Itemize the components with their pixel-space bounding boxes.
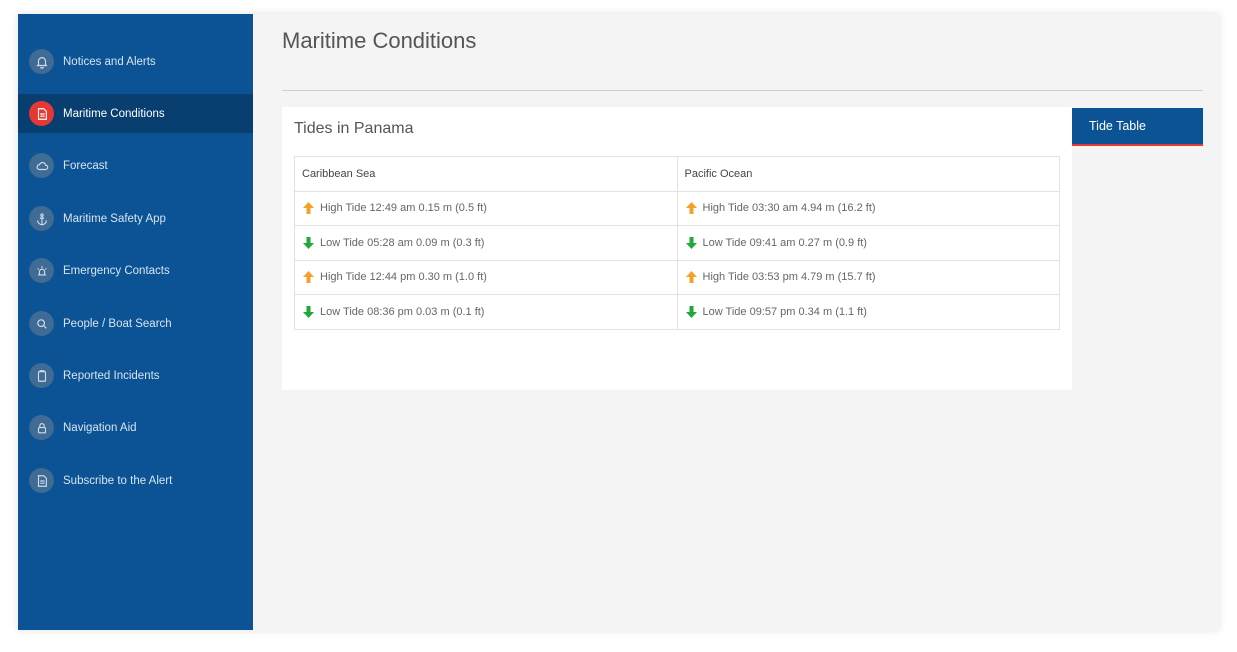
page-title: Maritime Conditions bbox=[282, 28, 477, 53]
sidebar-item-label: Maritime Conditions bbox=[63, 107, 165, 120]
sidebar-item-people-boat-search[interactable]: People / Boat Search bbox=[18, 304, 253, 343]
table-cell: High Tide 12:44 pm 0.30 m (1.0 ft) bbox=[294, 259, 678, 295]
siren-icon bbox=[29, 258, 54, 283]
table-cell: High Tide 12:49 am 0.15 m (0.5 ft) bbox=[294, 190, 678, 226]
tide-entry: Low Tide 05:28 am 0.09 m (0.3 ft) bbox=[320, 236, 485, 249]
column-header-pacific-ocean: Pacific Ocean bbox=[676, 156, 1060, 192]
anchor-icon bbox=[29, 206, 54, 231]
sidebar-item-label: Forecast bbox=[63, 159, 108, 172]
sidebar-item-emergency-contacts[interactable]: Emergency Contacts bbox=[18, 251, 253, 290]
document-icon bbox=[29, 101, 54, 126]
title-divider bbox=[282, 90, 1203, 91]
tide-table: Caribbean Sea Pacific Ocean High Tide 12… bbox=[294, 156, 1060, 330]
sidebar-item-maritime-conditions[interactable]: Maritime Conditions bbox=[18, 94, 253, 133]
cloud-icon bbox=[29, 153, 54, 178]
tide-entry: Low Tide 09:41 am 0.27 m (0.9 ft) bbox=[702, 236, 867, 249]
sidebar-item-label: Navigation Aid bbox=[63, 421, 137, 434]
sidebar-item-label: Reported Incidents bbox=[63, 369, 160, 382]
table-header-row: Caribbean Sea Pacific Ocean bbox=[294, 156, 1060, 192]
column-header-caribbean-sea: Caribbean Sea bbox=[294, 156, 678, 192]
bell-icon bbox=[29, 49, 54, 74]
card-title: Tides in Panama bbox=[294, 120, 414, 137]
app-window: Notices and Alerts Maritime Conditions F… bbox=[18, 14, 1219, 630]
table-cell: High Tide 03:30 am 4.94 m (16.2 ft) bbox=[676, 190, 1060, 226]
tide-entry: High Tide 12:49 am 0.15 m (0.5 ft) bbox=[320, 202, 487, 215]
arrow-up-icon bbox=[685, 271, 697, 284]
clipboard-icon bbox=[29, 363, 54, 388]
sidebar-item-label: Maritime Safety App bbox=[63, 212, 166, 225]
arrow-up-icon bbox=[303, 271, 314, 284]
arrow-down-icon bbox=[303, 305, 314, 318]
tide-entry: Low Tide 08:36 pm 0.03 m (0.1 ft) bbox=[320, 305, 485, 318]
arrow-up-icon bbox=[685, 202, 697, 215]
arrow-down-icon bbox=[685, 236, 697, 249]
table-cell: Low Tide 08:36 pm 0.03 m (0.1 ft) bbox=[294, 294, 678, 330]
sidebar: Notices and Alerts Maritime Conditions F… bbox=[18, 14, 253, 630]
lock-icon bbox=[29, 415, 54, 440]
table-cell: Low Tide 09:57 pm 0.34 m (1.1 ft) bbox=[676, 294, 1060, 330]
table-row: Low Tide 05:28 am 0.09 m (0.3 ft) Low Ti… bbox=[294, 225, 1060, 261]
table-row: High Tide 12:49 am 0.15 m (0.5 ft) High … bbox=[294, 190, 1060, 226]
tides-card: Tides in Panama Caribbean Sea Pacific Oc… bbox=[282, 107, 1072, 390]
sidebar-item-label: Notices and Alerts bbox=[63, 55, 156, 68]
sidebar-item-subscribe-to-the-alert[interactable]: Subscribe to the Alert bbox=[18, 461, 253, 500]
tide-entry: High Tide 03:53 pm 4.79 m (15.7 ft) bbox=[702, 271, 876, 284]
document-icon bbox=[29, 468, 54, 493]
sidebar-item-label: Subscribe to the Alert bbox=[63, 474, 173, 487]
sidebar-item-notices-and-alerts[interactable]: Notices and Alerts bbox=[18, 42, 253, 81]
arrow-down-icon bbox=[685, 305, 697, 318]
table-row: Low Tide 08:36 pm 0.03 m (0.1 ft) Low Ti… bbox=[294, 294, 1060, 330]
table-cell: High Tide 03:53 pm 4.79 m (15.7 ft) bbox=[676, 259, 1060, 295]
tab-tide-table[interactable]: Tide Table bbox=[1072, 108, 1203, 146]
table-cell: Low Tide 09:41 am 0.27 m (0.9 ft) bbox=[676, 225, 1060, 261]
table-row: High Tide 12:44 pm 0.30 m (1.0 ft) High … bbox=[294, 259, 1060, 295]
sidebar-item-forecast[interactable]: Forecast bbox=[18, 146, 253, 185]
arrow-down-icon bbox=[303, 236, 314, 249]
tide-entry: Low Tide 09:57 pm 0.34 m (1.1 ft) bbox=[702, 305, 867, 318]
table-cell: Low Tide 05:28 am 0.09 m (0.3 ft) bbox=[294, 225, 678, 261]
sidebar-item-reported-incidents[interactable]: Reported Incidents bbox=[18, 356, 253, 395]
sidebar-item-navigation-aid[interactable]: Navigation Aid bbox=[18, 408, 253, 447]
search-icon bbox=[29, 311, 54, 336]
sidebar-item-label: Emergency Contacts bbox=[63, 264, 170, 277]
sidebar-item-label: People / Boat Search bbox=[63, 317, 172, 330]
tide-entry: High Tide 12:44 pm 0.30 m (1.0 ft) bbox=[320, 271, 487, 284]
sidebar-item-maritime-safety-app[interactable]: Maritime Safety App bbox=[18, 199, 253, 238]
arrow-up-icon bbox=[303, 202, 314, 215]
tide-entry: High Tide 03:30 am 4.94 m (16.2 ft) bbox=[702, 202, 876, 215]
